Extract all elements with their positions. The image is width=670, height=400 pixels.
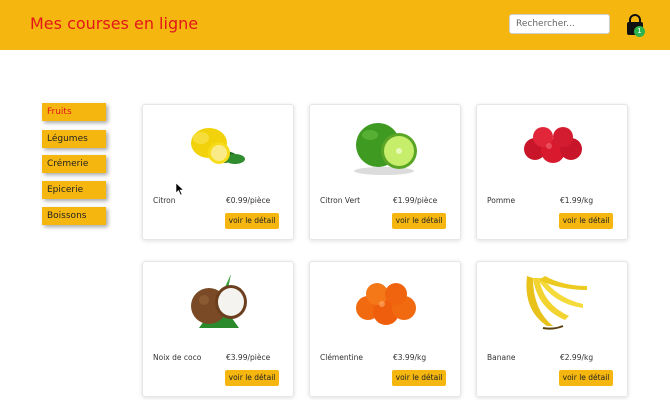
product-card-noix-de-coco: Noix de coco €3.99/pièce voir le détail bbox=[142, 261, 294, 397]
product-name: Clémentine bbox=[320, 353, 364, 362]
coconut-image bbox=[191, 274, 247, 328]
product-name: Noix de coco bbox=[153, 353, 202, 362]
clementine-image bbox=[356, 283, 416, 325]
site-title[interactable]: Mes courses en ligne bbox=[30, 14, 198, 33]
lime-image bbox=[354, 123, 417, 175]
view-detail-button[interactable]: voir le détail bbox=[392, 370, 446, 386]
product-name: Citron bbox=[153, 196, 176, 205]
product-name: Citron Vert bbox=[320, 196, 361, 205]
product-price: €2.99/kg bbox=[560, 353, 594, 362]
search-input[interactable] bbox=[509, 14, 610, 34]
product-card-pomme: Pomme €1.99/kg voir le détail bbox=[476, 104, 628, 240]
product-card-citron: Citron €0.99/pièce voir le détail bbox=[142, 104, 294, 240]
product-price: €1.99/pièce bbox=[393, 196, 438, 205]
product-price: €3.99/pièce bbox=[226, 353, 271, 362]
banana-image bbox=[526, 276, 587, 330]
view-detail-button[interactable]: voir le détail bbox=[559, 370, 613, 386]
product-price: €0.99/pièce bbox=[226, 196, 271, 205]
view-detail-button[interactable]: voir le détail bbox=[225, 370, 279, 386]
category-fruits[interactable]: Fruits bbox=[42, 103, 106, 121]
product-card-banane: Banane €2.99/kg voir le détail bbox=[476, 261, 628, 397]
category-boissons[interactable]: Boissons bbox=[42, 207, 106, 225]
category-epicerie[interactable]: Epicerie bbox=[42, 181, 106, 199]
product-price: €3.99/kg bbox=[393, 353, 427, 362]
view-detail-button[interactable]: voir le détail bbox=[559, 213, 613, 229]
lemon-image bbox=[191, 128, 245, 164]
product-card-citron-vert: Citron Vert €1.99/pièce voir le détail bbox=[309, 104, 461, 240]
category-legumes[interactable]: Légumes bbox=[42, 130, 106, 148]
product-card-clementine: Clémentine €3.99/kg voir le détail bbox=[309, 261, 461, 397]
category-cremerie[interactable]: Crémerie bbox=[42, 155, 106, 173]
view-detail-button[interactable]: voir le détail bbox=[225, 213, 279, 229]
apple-image bbox=[524, 127, 582, 163]
view-detail-button[interactable]: voir le détail bbox=[392, 213, 446, 229]
product-name: Pomme bbox=[487, 196, 516, 205]
product-price: €1.99/kg bbox=[560, 196, 594, 205]
mouse-cursor-icon bbox=[176, 183, 184, 195]
top-header: Mes courses en ligne 1 bbox=[0, 0, 670, 50]
product-name: Banane bbox=[487, 353, 516, 362]
cart-count-badge: 1 bbox=[634, 26, 645, 37]
